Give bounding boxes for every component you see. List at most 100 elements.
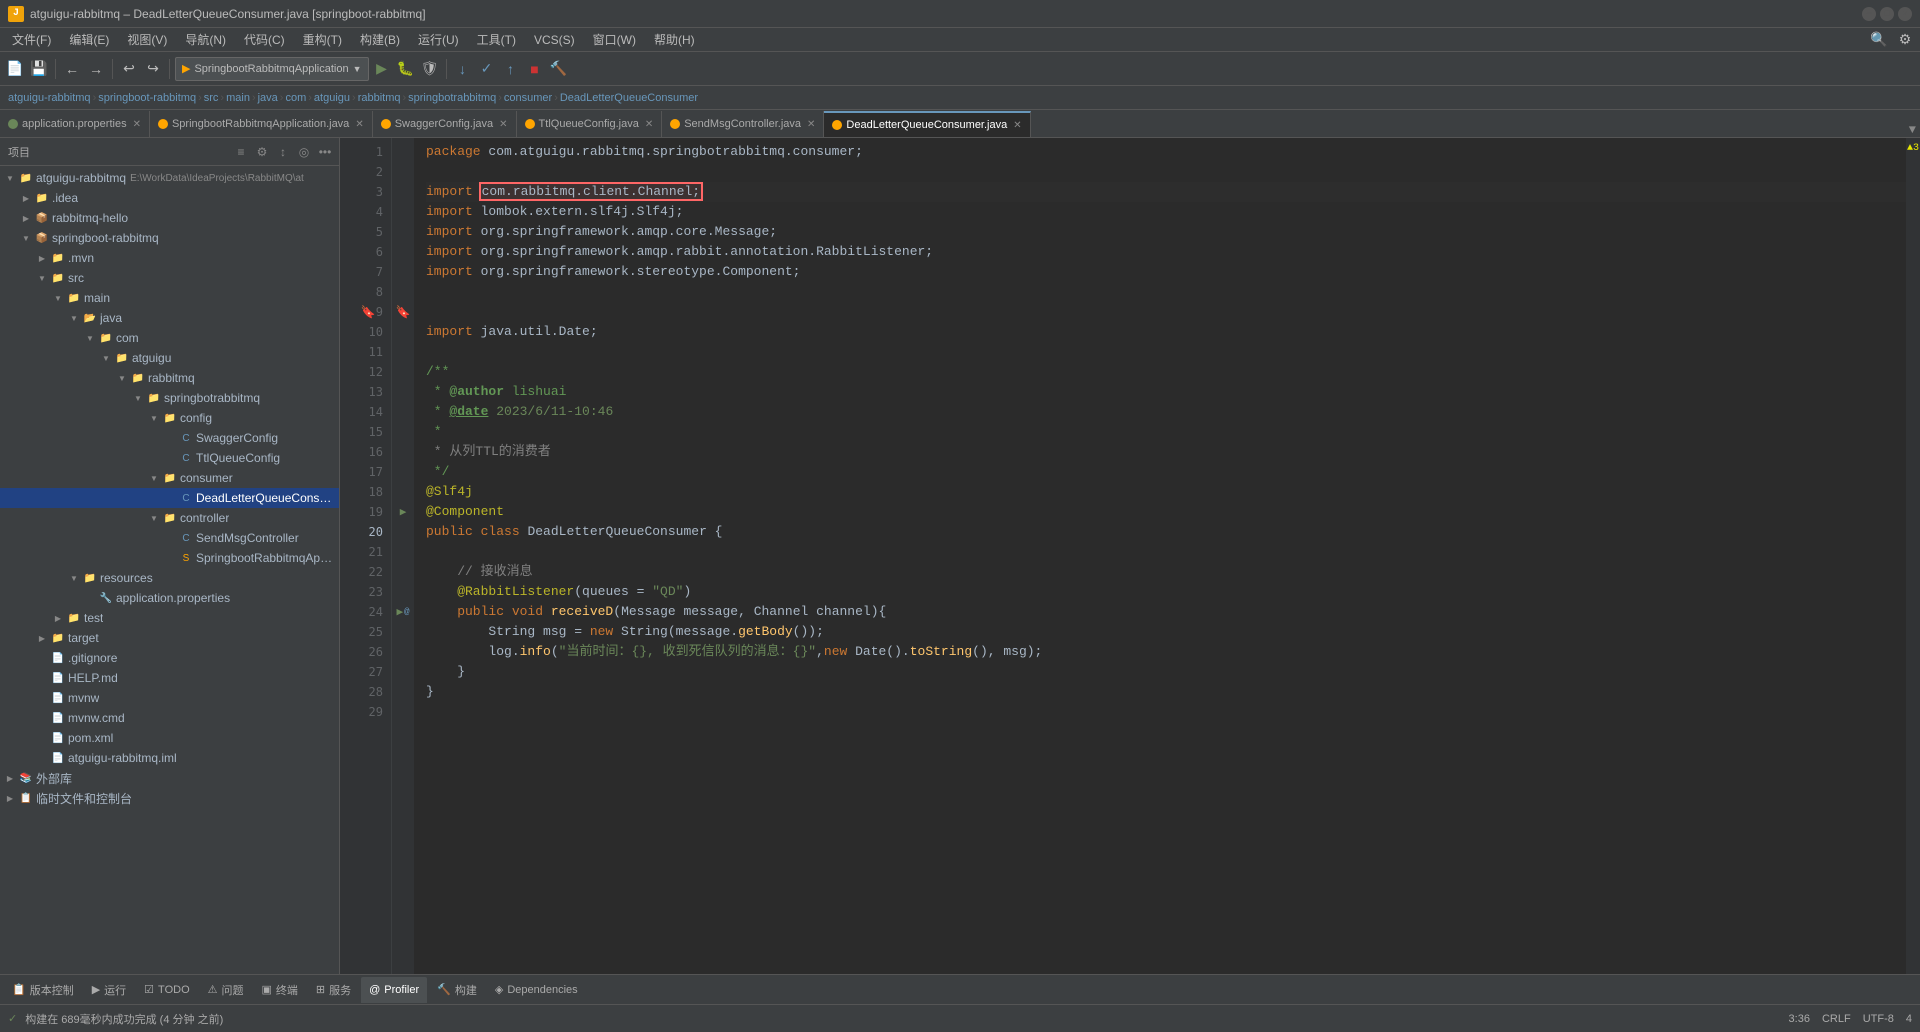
menu-vcs[interactable]: VCS(S) xyxy=(526,31,583,49)
sidebar-item-atguigu[interactable]: ▼ 📁 atguigu xyxy=(0,348,339,368)
run-with-coverage-button[interactable]: 🛡 xyxy=(419,58,441,80)
sidebar-item-gitignore[interactable]: ▶ 📄 .gitignore xyxy=(0,648,339,668)
bottom-tab-terminal[interactable]: ▣ 终端 xyxy=(254,977,306,1003)
menu-tools[interactable]: 工具(T) xyxy=(469,29,524,50)
menu-build[interactable]: 构建(B) xyxy=(352,29,408,50)
sidebar-item-help-md[interactable]: ▶ 📄 HELP.md xyxy=(0,668,339,688)
sidebar-item-main[interactable]: ▼ 📁 main xyxy=(0,288,339,308)
redo-button[interactable]: ↪ xyxy=(142,58,164,80)
git-push-button[interactable]: ↑ xyxy=(500,58,522,80)
sidebar-item-app-properties[interactable]: ▶ 🔧 application.properties xyxy=(0,588,339,608)
breadcrumb-main[interactable]: main xyxy=(226,92,250,104)
tab-close-springboot-app[interactable]: ✕ xyxy=(355,119,363,130)
search-everywhere-button[interactable]: 🔍 xyxy=(1868,29,1890,51)
tab-swagger-config[interactable]: SwaggerConfig.java ✕ xyxy=(373,111,517,137)
breadcrumb-consumer[interactable]: consumer xyxy=(504,92,552,104)
sidebar-item-iml[interactable]: ▶ 📄 atguigu-rabbitmq.iml xyxy=(0,748,339,768)
sidebar-item-springboot-rabbitmq[interactable]: ▼ 📦 springboot-rabbitmq xyxy=(0,228,339,248)
sidebar-settings[interactable]: ⚙ xyxy=(252,142,272,162)
sidebar-item-pom-xml[interactable]: ▶ 📄 pom.xml xyxy=(0,728,339,748)
menu-file[interactable]: 文件(F) xyxy=(4,29,59,50)
sidebar-item-com[interactable]: ▼ 📁 com xyxy=(0,328,339,348)
sidebar-item-mvnw[interactable]: ▶ 📄 mvnw xyxy=(0,688,339,708)
maximize-button[interactable]: □ xyxy=(1880,7,1894,21)
sidebar-item-java[interactable]: ▼ 📂 java xyxy=(0,308,339,328)
run-icon-19[interactable]: ▶ xyxy=(400,505,407,519)
sidebar-item-app-class[interactable]: ▶ S SpringbootRabbitmqApplication xyxy=(0,548,339,568)
minimize-button[interactable]: ─ xyxy=(1862,7,1876,21)
tab-close-swagger-config[interactable]: ✕ xyxy=(499,119,507,130)
run-button[interactable]: ▶ xyxy=(371,58,393,80)
breadcrumb-module[interactable]: springboot-rabbitmq xyxy=(98,92,196,104)
menu-view[interactable]: 视图(V) xyxy=(119,29,175,50)
run-icon-24[interactable]: ▶ xyxy=(396,605,403,619)
sidebar-item-src[interactable]: ▼ 📁 src xyxy=(0,268,339,288)
menu-run[interactable]: 运行(U) xyxy=(410,29,467,50)
menu-window[interactable]: 窗口(W) xyxy=(585,29,644,50)
breadcrumb-src[interactable]: src xyxy=(204,92,219,104)
sidebar-item-rabbitmq[interactable]: ▼ 📁 rabbitmq xyxy=(0,368,339,388)
sidebar-item-idea[interactable]: ▶ 📁 .idea xyxy=(0,188,339,208)
tab-application-properties[interactable]: application.properties ✕ xyxy=(0,111,150,137)
tab-close-ttl-queue-config[interactable]: ✕ xyxy=(645,119,653,130)
sidebar-item-springbotrabbitmq[interactable]: ▼ 📁 springbotrabbitmq xyxy=(0,388,339,408)
sidebar-item-send-msg-controller[interactable]: ▶ C SendMsgController xyxy=(0,528,339,548)
sidebar-item-config[interactable]: ▼ 📁 config xyxy=(0,408,339,428)
forward-button[interactable]: → xyxy=(85,58,107,80)
menu-code[interactable]: 代码(C) xyxy=(236,29,293,50)
sidebar-locate[interactable]: ◎ xyxy=(294,142,314,162)
sidebar-item-consumer[interactable]: ▼ 📁 consumer xyxy=(0,468,339,488)
sidebar-item-controller[interactable]: ▼ 📁 controller xyxy=(0,508,339,528)
stop-button[interactable]: ■ xyxy=(524,58,546,80)
encoding[interactable]: UTF-8 xyxy=(1863,1013,1894,1025)
menu-refactor[interactable]: 重构(T) xyxy=(295,29,350,50)
tab-send-msg-controller[interactable]: SendMsgController.java ✕ xyxy=(662,111,824,137)
sidebar-item-mvnw-cmd[interactable]: ▶ 📄 mvnw.cmd xyxy=(0,708,339,728)
tab-ttl-queue-config[interactable]: TtlQueueConfig.java ✕ xyxy=(517,111,663,137)
back-button[interactable]: ← xyxy=(61,58,83,80)
bottom-tab-problems[interactable]: ⚠ 问题 xyxy=(200,977,252,1003)
bottom-tab-version-control[interactable]: 📋 版本控制 xyxy=(4,977,82,1003)
tab-close-dead-letter-consumer[interactable]: ✕ xyxy=(1013,120,1021,131)
menu-navigate[interactable]: 导航(N) xyxy=(177,29,234,50)
debug-icon-24[interactable]: @ xyxy=(404,607,409,617)
breadcrumb-com[interactable]: com xyxy=(285,92,306,104)
line-separator[interactable]: CRLF xyxy=(1822,1013,1851,1025)
breadcrumb-springboot[interactable]: springbotrabbitmq xyxy=(408,92,496,104)
new-file-button[interactable]: 📄 xyxy=(4,58,26,80)
tab-close-application-properties[interactable]: ✕ xyxy=(133,119,141,130)
breadcrumb-rabbitmq[interactable]: rabbitmq xyxy=(358,92,401,104)
sidebar-item-external-libs[interactable]: ▶ 📚 外部库 xyxy=(0,768,339,788)
sidebar-item-ttl-queue-config[interactable]: ▶ C TtlQueueConfig xyxy=(0,448,339,468)
sidebar-item-resources[interactable]: ▼ 📁 resources xyxy=(0,568,339,588)
sidebar-collapse-all[interactable]: ≡ xyxy=(231,142,251,162)
debug-button[interactable]: 🐛 xyxy=(395,58,417,80)
sidebar-item-root[interactable]: ▼ 📁 atguigu-rabbitmq E:\WorkData\IdeaPro… xyxy=(0,168,339,188)
breadcrumb-atguigu[interactable]: atguigu xyxy=(314,92,350,104)
settings-button[interactable]: ⚙ xyxy=(1894,29,1916,51)
sidebar-item-swagger-config[interactable]: ▶ C SwaggerConfig xyxy=(0,428,339,448)
tab-close-send-msg-controller[interactable]: ✕ xyxy=(807,119,815,130)
bottom-tab-services[interactable]: ⊞ 服务 xyxy=(308,977,359,1003)
sidebar-item-mvn[interactable]: ▶ 📁 .mvn xyxy=(0,248,339,268)
code-editor[interactable]: package com.atguigu.rabbitmq.springbotra… xyxy=(414,138,1906,974)
git-update-button[interactable]: ↓ xyxy=(452,58,474,80)
sidebar-item-target[interactable]: ▶ 📁 target xyxy=(0,628,339,648)
tab-dead-letter-consumer[interactable]: DeadLetterQueueConsumer.java ✕ xyxy=(824,111,1030,137)
indent-size[interactable]: 4 xyxy=(1906,1013,1912,1025)
bottom-tab-profiler[interactable]: @ Profiler xyxy=(361,977,427,1003)
bottom-tab-run[interactable]: ▶ 运行 xyxy=(84,977,134,1003)
breadcrumb-root[interactable]: atguigu-rabbitmq xyxy=(8,92,91,104)
sidebar-item-rabbitmq-hello[interactable]: ▶ 📦 rabbitmq-hello xyxy=(0,208,339,228)
sidebar-more[interactable]: ••• xyxy=(315,142,335,162)
git-commit-button[interactable]: ✓ xyxy=(476,58,498,80)
breadcrumb-file[interactable]: DeadLetterQueueConsumer xyxy=(560,92,698,104)
undo-button[interactable]: ↩ xyxy=(118,58,140,80)
bottom-tab-dependencies[interactable]: ◈ Dependencies xyxy=(487,977,586,1003)
run-config-dropdown[interactable]: ▶ SpringbootRabbitmqApplication ▼ xyxy=(175,57,369,81)
sidebar-item-test[interactable]: ▶ 📁 test xyxy=(0,608,339,628)
build-project-button[interactable]: 🔨 xyxy=(548,58,570,80)
bottom-tab-build[interactable]: 🔨 构建 xyxy=(429,977,485,1003)
sidebar-sort[interactable]: ↕ xyxy=(273,142,293,162)
cursor-position[interactable]: 3:36 xyxy=(1789,1013,1810,1025)
